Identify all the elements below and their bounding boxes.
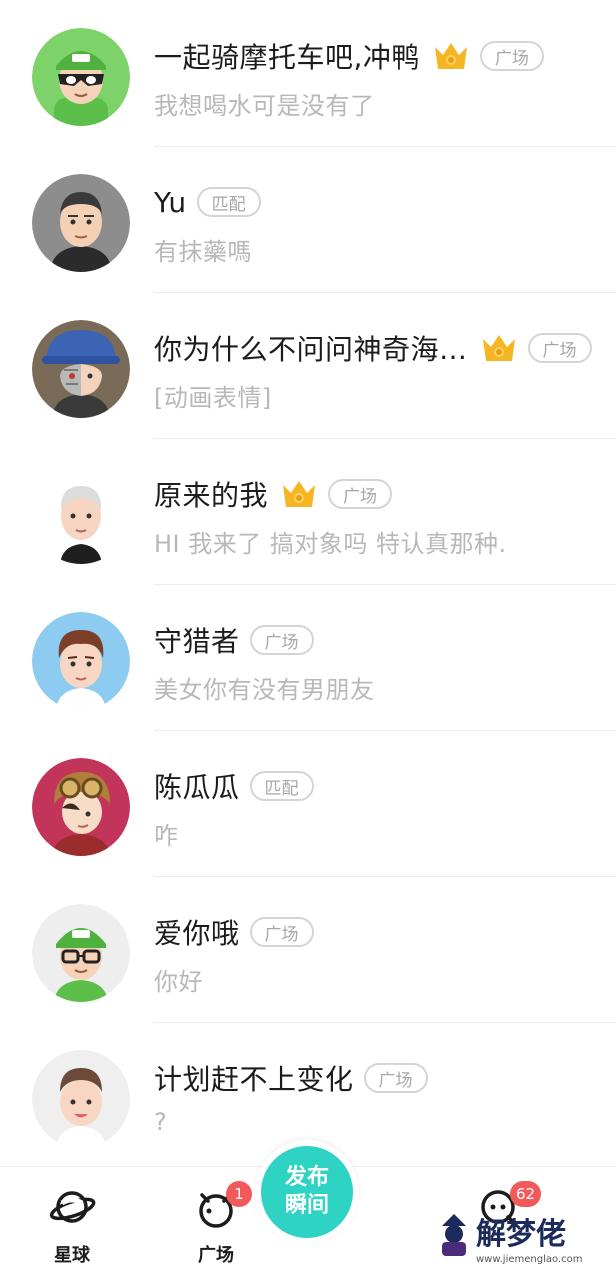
chat-row[interactable]: 原来的我 广场 HI 我来了 搞对象吗 特认真那种.	[0, 438, 616, 584]
divider	[154, 146, 616, 147]
last-message: [动画表情]	[154, 384, 272, 412]
source-tag: 匹配	[249, 771, 314, 801]
divider	[154, 438, 616, 439]
unread-badge: 1	[226, 1181, 252, 1207]
last-message: ?	[154, 1108, 168, 1136]
planet-icon	[48, 1183, 96, 1231]
source-tag: 广场	[363, 1063, 428, 1093]
divider	[154, 1022, 616, 1023]
contact-name: 爱你哦	[154, 917, 240, 950]
avatar[interactable]	[32, 758, 130, 856]
source-tag: 广场	[479, 41, 544, 71]
contact-name: 守猎者	[154, 625, 240, 658]
divider	[154, 584, 616, 585]
watermark-url: www.jiemenglao.com	[476, 1254, 582, 1265]
source-tag: 广场	[249, 917, 314, 947]
publish-moment-button[interactable]: 发布 瞬间	[261, 1146, 353, 1238]
avatar[interactable]	[32, 612, 130, 710]
last-message: 咋	[154, 822, 179, 850]
buzzcut-man-avatar-icon	[32, 174, 130, 272]
publish-label-line2: 瞬间	[284, 1193, 329, 1218]
chat-row[interactable]: 你为什么不问问神奇海… 广场 [动画表情]	[0, 292, 616, 438]
watermark-text: 解梦佬	[476, 1217, 566, 1252]
avatar[interactable]	[32, 174, 130, 272]
white-hair-boy-avatar-icon	[32, 466, 130, 564]
chat-row[interactable]: 爱你哦 广场 你好	[0, 876, 616, 1022]
divider	[154, 730, 616, 731]
tab-label: 星球	[54, 1245, 90, 1266]
source-tag: 广场	[328, 479, 393, 509]
contact-name: Yu	[154, 185, 187, 219]
smiling-boy-avatar-icon	[32, 1050, 130, 1148]
chat-row[interactable]: Yu 匹配 有抹藥嗎	[0, 146, 616, 292]
avatar[interactable]	[32, 466, 130, 564]
last-message: HI 我来了 搞对象吗 特认真那种.	[154, 530, 507, 558]
chat-row[interactable]: 守猎者 广场 美女你有没有男朋友	[0, 584, 616, 730]
avatar[interactable]	[32, 904, 130, 1002]
source-tag: 广场	[527, 333, 592, 363]
crown-icon	[432, 39, 470, 73]
chat-row[interactable]: 一起骑摩托车吧,冲鸭 广场 我想喝水可是没有了	[0, 0, 616, 146]
last-message: 你好	[154, 968, 203, 996]
brown-hair-boy-avatar-icon	[32, 612, 130, 710]
contact-name: 一起骑摩托车吧,冲鸭	[154, 41, 420, 74]
divider	[154, 876, 616, 877]
contact-name: 计划赶不上变化	[154, 1063, 354, 1096]
crown-icon	[280, 477, 318, 511]
tab-square[interactable]: 1 广场	[166, 1179, 266, 1275]
avatar[interactable]	[32, 320, 130, 418]
half-robot-bucket-hat-avatar-icon	[32, 320, 130, 418]
aviator-goggles-avatar-icon	[32, 758, 130, 856]
green-cap-masked-avatar-icon	[32, 28, 130, 126]
publish-label-line1: 发布	[284, 1165, 329, 1190]
source-tag: 匹配	[196, 187, 261, 217]
source-tag: 广场	[249, 625, 314, 655]
green-cap-glasses-avatar-icon	[32, 904, 130, 1002]
chat-row[interactable]: 陈瓜瓜 匹配 咋	[0, 730, 616, 876]
last-message: 有抹藥嗎	[154, 238, 252, 266]
tab-planet[interactable]: 星球	[22, 1179, 122, 1275]
avatar[interactable]	[32, 28, 130, 126]
last-message: 美女你有没有男朋友	[154, 676, 375, 704]
contact-name: 陈瓜瓜	[154, 771, 240, 804]
last-message: 我想喝水可是没有了	[154, 92, 375, 120]
divider	[154, 292, 616, 293]
contact-name: 你为什么不问问神奇海…	[154, 333, 468, 366]
watermark-logo: 解梦佬 www.jiemenglao.com	[432, 1204, 602, 1268]
avatar[interactable]	[32, 1050, 130, 1148]
crown-icon	[480, 331, 518, 365]
publish-button-ring: 发布 瞬间	[255, 1140, 359, 1244]
tab-label: 广场	[198, 1245, 234, 1266]
contact-name: 原来的我	[154, 479, 269, 512]
